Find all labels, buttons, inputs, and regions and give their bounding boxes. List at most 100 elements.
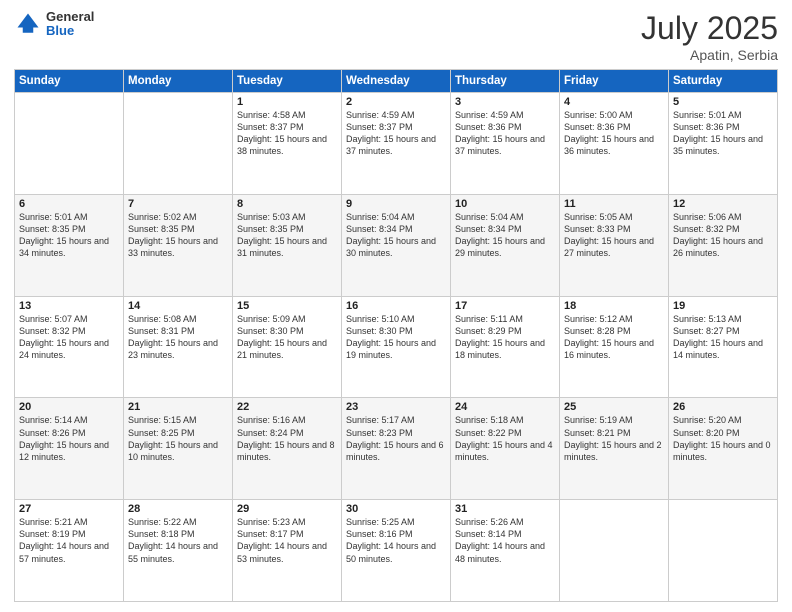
day-number: 8 (237, 198, 337, 210)
weekday-header-sunday: Sunday (15, 70, 124, 93)
calendar-cell: 11Sunrise: 5:05 AMSunset: 8:33 PMDayligh… (560, 194, 669, 296)
day-number: 6 (19, 198, 119, 210)
day-number: 1 (237, 96, 337, 108)
cell-info: Sunrise: 5:06 AMSunset: 8:32 PMDaylight:… (673, 211, 773, 260)
cell-info: Sunrise: 5:26 AMSunset: 8:14 PMDaylight:… (455, 516, 555, 565)
day-number: 22 (237, 401, 337, 413)
calendar-cell: 8Sunrise: 5:03 AMSunset: 8:35 PMDaylight… (233, 194, 342, 296)
weekday-header-friday: Friday (560, 70, 669, 93)
cell-info: Sunrise: 5:22 AMSunset: 8:18 PMDaylight:… (128, 516, 228, 565)
cell-info: Sunrise: 5:00 AMSunset: 8:36 PMDaylight:… (564, 109, 664, 158)
day-number: 14 (128, 300, 228, 312)
week-row-3: 13Sunrise: 5:07 AMSunset: 8:32 PMDayligh… (15, 296, 778, 398)
cell-info: Sunrise: 5:11 AMSunset: 8:29 PMDaylight:… (455, 313, 555, 362)
calendar-cell: 13Sunrise: 5:07 AMSunset: 8:32 PMDayligh… (15, 296, 124, 398)
logo-icon (14, 10, 42, 38)
cell-info: Sunrise: 4:59 AMSunset: 8:37 PMDaylight:… (346, 109, 446, 158)
day-number: 7 (128, 198, 228, 210)
day-number: 30 (346, 503, 446, 515)
day-number: 26 (673, 401, 773, 413)
calendar-cell: 10Sunrise: 5:04 AMSunset: 8:34 PMDayligh… (451, 194, 560, 296)
calendar-cell: 31Sunrise: 5:26 AMSunset: 8:14 PMDayligh… (451, 500, 560, 602)
day-number: 23 (346, 401, 446, 413)
day-number: 2 (346, 96, 446, 108)
location: Apatin, Serbia (641, 47, 778, 63)
cell-info: Sunrise: 5:14 AMSunset: 8:26 PMDaylight:… (19, 414, 119, 463)
calendar-page: General Blue July 2025 Apatin, Serbia Su… (0, 0, 792, 612)
calendar-cell: 15Sunrise: 5:09 AMSunset: 8:30 PMDayligh… (233, 296, 342, 398)
calendar-cell: 29Sunrise: 5:23 AMSunset: 8:17 PMDayligh… (233, 500, 342, 602)
week-row-4: 20Sunrise: 5:14 AMSunset: 8:26 PMDayligh… (15, 398, 778, 500)
cell-info: Sunrise: 5:20 AMSunset: 8:20 PMDaylight:… (673, 414, 773, 463)
calendar-cell: 27Sunrise: 5:21 AMSunset: 8:19 PMDayligh… (15, 500, 124, 602)
day-number: 12 (673, 198, 773, 210)
cell-info: Sunrise: 5:04 AMSunset: 8:34 PMDaylight:… (455, 211, 555, 260)
cell-info: Sunrise: 5:08 AMSunset: 8:31 PMDaylight:… (128, 313, 228, 362)
calendar-cell (15, 93, 124, 195)
header: General Blue July 2025 Apatin, Serbia (14, 10, 778, 63)
calendar-cell: 25Sunrise: 5:19 AMSunset: 8:21 PMDayligh… (560, 398, 669, 500)
calendar-cell: 21Sunrise: 5:15 AMSunset: 8:25 PMDayligh… (124, 398, 233, 500)
title-block: July 2025 Apatin, Serbia (641, 10, 778, 63)
day-number: 25 (564, 401, 664, 413)
calendar-cell: 19Sunrise: 5:13 AMSunset: 8:27 PMDayligh… (669, 296, 778, 398)
cell-info: Sunrise: 4:59 AMSunset: 8:36 PMDaylight:… (455, 109, 555, 158)
weekday-header-monday: Monday (124, 70, 233, 93)
calendar-cell: 12Sunrise: 5:06 AMSunset: 8:32 PMDayligh… (669, 194, 778, 296)
cell-info: Sunrise: 5:09 AMSunset: 8:30 PMDaylight:… (237, 313, 337, 362)
week-row-2: 6Sunrise: 5:01 AMSunset: 8:35 PMDaylight… (15, 194, 778, 296)
logo-text: General Blue (46, 10, 94, 39)
cell-info: Sunrise: 5:23 AMSunset: 8:17 PMDaylight:… (237, 516, 337, 565)
weekday-header-tuesday: Tuesday (233, 70, 342, 93)
weekday-header-row: SundayMondayTuesdayWednesdayThursdayFrid… (15, 70, 778, 93)
calendar-cell (669, 500, 778, 602)
cell-info: Sunrise: 5:02 AMSunset: 8:35 PMDaylight:… (128, 211, 228, 260)
cell-info: Sunrise: 5:16 AMSunset: 8:24 PMDaylight:… (237, 414, 337, 463)
calendar-cell: 20Sunrise: 5:14 AMSunset: 8:26 PMDayligh… (15, 398, 124, 500)
day-number: 24 (455, 401, 555, 413)
cell-info: Sunrise: 5:04 AMSunset: 8:34 PMDaylight:… (346, 211, 446, 260)
calendar-cell: 17Sunrise: 5:11 AMSunset: 8:29 PMDayligh… (451, 296, 560, 398)
day-number: 27 (19, 503, 119, 515)
cell-info: Sunrise: 5:19 AMSunset: 8:21 PMDaylight:… (564, 414, 664, 463)
day-number: 16 (346, 300, 446, 312)
day-number: 11 (564, 198, 664, 210)
cell-info: Sunrise: 5:12 AMSunset: 8:28 PMDaylight:… (564, 313, 664, 362)
day-number: 19 (673, 300, 773, 312)
day-number: 28 (128, 503, 228, 515)
day-number: 3 (455, 96, 555, 108)
week-row-1: 1Sunrise: 4:58 AMSunset: 8:37 PMDaylight… (15, 93, 778, 195)
calendar-cell: 6Sunrise: 5:01 AMSunset: 8:35 PMDaylight… (15, 194, 124, 296)
cell-info: Sunrise: 5:15 AMSunset: 8:25 PMDaylight:… (128, 414, 228, 463)
cell-info: Sunrise: 5:13 AMSunset: 8:27 PMDaylight:… (673, 313, 773, 362)
calendar-cell: 18Sunrise: 5:12 AMSunset: 8:28 PMDayligh… (560, 296, 669, 398)
day-number: 9 (346, 198, 446, 210)
calendar-cell: 3Sunrise: 4:59 AMSunset: 8:36 PMDaylight… (451, 93, 560, 195)
day-number: 13 (19, 300, 119, 312)
cell-info: Sunrise: 5:05 AMSunset: 8:33 PMDaylight:… (564, 211, 664, 260)
day-number: 29 (237, 503, 337, 515)
calendar-cell: 30Sunrise: 5:25 AMSunset: 8:16 PMDayligh… (342, 500, 451, 602)
day-number: 20 (19, 401, 119, 413)
cell-info: Sunrise: 5:21 AMSunset: 8:19 PMDaylight:… (19, 516, 119, 565)
month-title: July 2025 (641, 10, 778, 47)
cell-info: Sunrise: 5:25 AMSunset: 8:16 PMDaylight:… (346, 516, 446, 565)
day-number: 21 (128, 401, 228, 413)
cell-info: Sunrise: 5:17 AMSunset: 8:23 PMDaylight:… (346, 414, 446, 463)
calendar-cell: 4Sunrise: 5:00 AMSunset: 8:36 PMDaylight… (560, 93, 669, 195)
cell-info: Sunrise: 4:58 AMSunset: 8:37 PMDaylight:… (237, 109, 337, 158)
logo: General Blue (14, 10, 94, 39)
calendar-cell: 2Sunrise: 4:59 AMSunset: 8:37 PMDaylight… (342, 93, 451, 195)
cell-info: Sunrise: 5:01 AMSunset: 8:35 PMDaylight:… (19, 211, 119, 260)
day-number: 15 (237, 300, 337, 312)
day-number: 5 (673, 96, 773, 108)
day-number: 18 (564, 300, 664, 312)
calendar-cell (560, 500, 669, 602)
calendar-cell: 26Sunrise: 5:20 AMSunset: 8:20 PMDayligh… (669, 398, 778, 500)
day-number: 17 (455, 300, 555, 312)
weekday-header-wednesday: Wednesday (342, 70, 451, 93)
day-number: 31 (455, 503, 555, 515)
calendar-cell: 22Sunrise: 5:16 AMSunset: 8:24 PMDayligh… (233, 398, 342, 500)
weekday-header-saturday: Saturday (669, 70, 778, 93)
calendar-cell: 9Sunrise: 5:04 AMSunset: 8:34 PMDaylight… (342, 194, 451, 296)
